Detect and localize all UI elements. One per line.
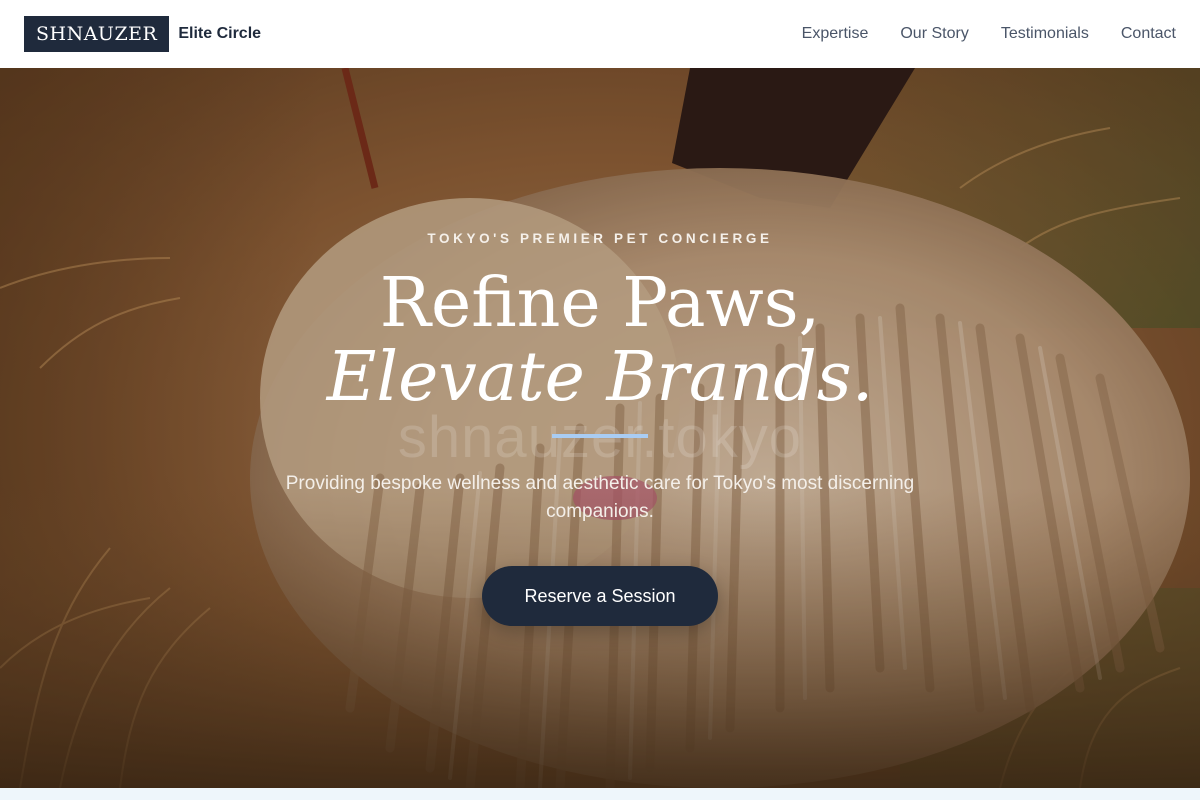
hero-section: TOKYO'S PREMIER PET CONCIERGE Refine Paw…: [0, 68, 1200, 788]
hero-divider: [552, 434, 648, 438]
hero-subcopy: Providing bespoke wellness and aesthetic…: [285, 473, 915, 522]
hero-eyebrow: TOKYO'S PREMIER PET CONCIERGE: [427, 231, 773, 246]
nav-link-testimonials[interactable]: Testimonials: [1001, 25, 1089, 43]
nav-link-contact[interactable]: Contact: [1121, 25, 1176, 43]
main-nav: Expertise Our Story Testimonials Contact: [802, 25, 1176, 43]
reserve-session-button[interactable]: Reserve a Session: [482, 566, 718, 626]
hero-watermark: shnauzer.tokyo: [397, 405, 803, 470]
nav-link-our-story[interactable]: Our Story: [900, 25, 968, 43]
nav-link-expertise[interactable]: Expertise: [802, 25, 869, 43]
site-header: SHNAUZER Elite Circle Expertise Our Stor…: [0, 0, 1200, 68]
brand-tagline: Elite Circle: [178, 25, 262, 42]
brand-name: SHNAUZER: [24, 16, 170, 52]
hero-headline-line1: Refine Paws,: [379, 264, 821, 343]
next-section-edge: [0, 788, 1200, 800]
brand-logo[interactable]: SHNAUZER Elite Circle: [24, 16, 261, 52]
